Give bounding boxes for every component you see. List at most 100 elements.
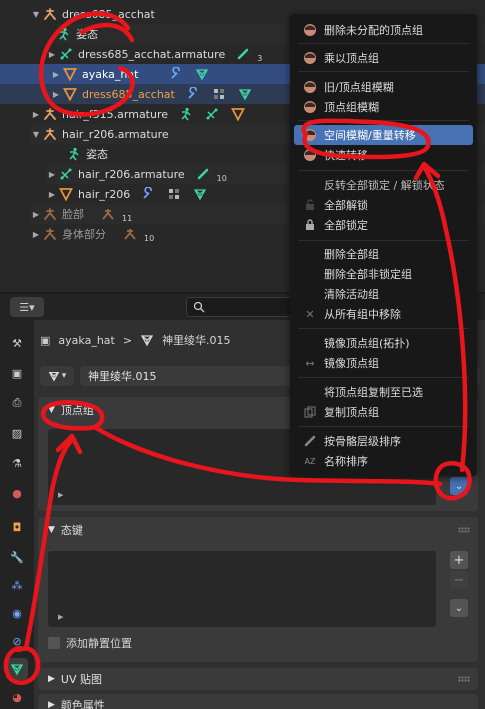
minus-icon: − — [453, 572, 465, 588]
outliner-label: dress685_acchat — [62, 7, 155, 21]
drag-grip-icon[interactable] — [458, 676, 470, 682]
expand-icon[interactable]: ▶ — [30, 210, 42, 219]
menu-item-delete-unlocked[interactable]: 删除全部非锁定组 — [294, 264, 473, 284]
armature-icon[interactable] — [122, 226, 138, 242]
expand-icon[interactable]: ▶ — [50, 90, 62, 99]
expand-icon[interactable]: ▶ — [58, 613, 63, 621]
physics-icon: ◉ — [12, 606, 22, 620]
menu-item-label: 全部解锁 — [324, 199, 368, 212]
shape-keys-header[interactable]: ▼ 态键 — [38, 517, 478, 543]
menu-item-blur[interactable]: 顶点组模糊 — [294, 97, 473, 117]
camera-icon: ▣ — [11, 366, 23, 380]
shape-key-specials-button[interactable]: ⌄ — [450, 599, 468, 617]
collapse-icon[interactable]: ▼ — [30, 10, 42, 19]
tab-world[interactable]: ● — [6, 482, 28, 504]
vertex-groups-icon[interactable] — [211, 86, 227, 102]
outliner-label: hair_f315.armature — [62, 107, 169, 121]
mesh-data-icon[interactable] — [192, 186, 208, 202]
armature-data-icon[interactable] — [204, 106, 220, 122]
menu-item-label: 删除未分配的顶点组 — [324, 24, 423, 37]
wrench-icon[interactable] — [185, 86, 201, 102]
menu-item-quick-transfer[interactable]: 快速转移 — [294, 145, 473, 165]
armature-icon — [42, 6, 58, 22]
editor-type-button[interactable]: ☰▾ — [10, 297, 44, 317]
wrench-icon[interactable] — [140, 186, 156, 202]
checkbox-label: 添加静置位置 — [66, 637, 132, 650]
menu-item-spatial-blur-transfer[interactable]: 空间模糊/重量转移 — [294, 125, 473, 145]
tab-physics[interactable]: ◉ — [6, 602, 28, 624]
mesh-object-icon[interactable] — [230, 106, 246, 122]
menu-item-multiply[interactable]: 乘以顶点组 — [294, 48, 473, 68]
uv-maps-panel[interactable]: ▶ UV 贴图 — [38, 668, 478, 690]
image-icon: ▨ — [11, 426, 23, 440]
menu-item-copy-to-selected[interactable]: 将顶点组复制至已选 — [294, 382, 473, 402]
uv-maps-header[interactable]: ▶ UV 贴图 — [38, 668, 478, 690]
menu-item-mirror-topology[interactable]: 镜像顶点组(拓扑) — [294, 333, 473, 353]
scene-icon: ⚗ — [12, 456, 22, 470]
menu-separator — [298, 426, 469, 427]
add-shape-key-button[interactable]: + — [450, 551, 468, 569]
menu-item-sort-bone[interactable]: 按骨骼层级排序 — [294, 431, 473, 451]
outliner-label: 身体部分 — [62, 228, 106, 241]
mesh-data-icon[interactable] — [237, 86, 253, 102]
menu-item-delete-unassigned[interactable]: 删除未分配的顶点组 — [294, 20, 473, 40]
tab-modifiers[interactable]: 🔧 — [6, 546, 28, 568]
vertex-group-specials-menu: 删除未分配的顶点组 乘以顶点组 旧/顶点组模糊 顶点组模糊 空间模糊/重量转移 … — [290, 14, 477, 476]
chevron-right-icon: ▶ — [48, 674, 55, 684]
expand-icon[interactable]: ▶ — [46, 50, 58, 59]
expand-icon[interactable]: ▶ — [58, 491, 63, 499]
mesh-browse-button[interactable]: ▾ — [40, 366, 74, 386]
shape-keys-list[interactable]: ▶ — [48, 551, 436, 627]
tab-render[interactable]: ▣ — [6, 362, 28, 384]
mesh-data-icon[interactable] — [194, 66, 210, 82]
tab-view-layer[interactable]: ▨ — [6, 422, 28, 444]
outliner-label: hair_r206 — [78, 187, 131, 201]
tab-constraints[interactable]: ⊘ — [6, 630, 28, 652]
vertex-group-specials-button[interactable]: ⌄ — [450, 477, 468, 495]
menu-item-lock-all[interactable]: 全部锁定 — [294, 215, 473, 235]
menu-item-clear-active[interactable]: 清除活动组 — [294, 284, 473, 304]
tab-object[interactable]: ◘ — [6, 516, 28, 538]
menu-item-copy[interactable]: 复制顶点组 — [294, 402, 473, 422]
expand-icon[interactable]: ▶ — [46, 170, 58, 179]
armature-icon[interactable] — [100, 206, 116, 222]
wrench-icon[interactable] — [168, 66, 184, 82]
drag-grip-icon[interactable] — [458, 527, 470, 533]
menu-item-legacy-blur[interactable]: 旧/顶点组模糊 — [294, 77, 473, 97]
bone-icon[interactable] — [235, 46, 251, 62]
search-icon — [193, 301, 205, 313]
relative-checkbox-row[interactable]: 添加静置位置 — [48, 635, 132, 651]
expand-icon[interactable]: ▶ — [30, 110, 42, 119]
menu-item-label: 按骨骼层级排序 — [324, 435, 401, 448]
menu-item-delete-all[interactable]: 删除全部组 — [294, 244, 473, 264]
outliner-label: 脸部 — [62, 208, 84, 221]
menu-item-invert-lock[interactable]: 反转全部锁定 / 解锁状态 — [294, 175, 473, 195]
editor-type-icon: ☰▾ — [19, 300, 35, 314]
vertex-groups-icon[interactable] — [166, 186, 182, 202]
search-field[interactable] — [186, 297, 296, 317]
remove-shape-key-button[interactable]: − — [450, 571, 468, 589]
menu-item-mirror[interactable]: ↔ 镜像顶点组 — [294, 353, 473, 373]
menu-item-remove-from-all[interactable]: ✕ 从所有组中移除 — [294, 304, 473, 324]
chevron-down-icon: ⌄ — [454, 480, 464, 492]
expand-icon[interactable]: ▶ — [46, 190, 58, 199]
collapse-icon[interactable]: ▼ — [30, 130, 42, 139]
color-attributes-panel[interactable]: ▶ 颜色属性 — [38, 694, 478, 709]
outliner-label: 姿态 — [86, 148, 108, 161]
tab-particles[interactable]: ⁂ — [6, 574, 28, 596]
tab-tool[interactable]: ⚒ — [6, 332, 28, 354]
color-attributes-header[interactable]: ▶ 颜色属性 — [38, 694, 478, 709]
expand-icon[interactable]: ▶ — [30, 230, 42, 239]
bone-icon[interactable] — [195, 166, 211, 182]
bone-icon — [302, 433, 318, 449]
tab-output[interactable]: ⎙ — [6, 392, 28, 414]
tab-material[interactable]: ◕ — [6, 686, 28, 708]
checkbox[interactable] — [48, 637, 60, 649]
tab-mesh-data[interactable] — [6, 658, 28, 680]
menu-item-sort-name[interactable]: AZ 名称排序 — [294, 451, 473, 471]
mesh-name-text: 神里绫华.015 — [88, 370, 157, 383]
tab-scene[interactable]: ⚗ — [6, 452, 28, 474]
pose-icon[interactable] — [178, 106, 194, 122]
menu-item-unlock-all[interactable]: 全部解锁 — [294, 195, 473, 215]
expand-icon[interactable]: ▶ — [50, 70, 62, 79]
